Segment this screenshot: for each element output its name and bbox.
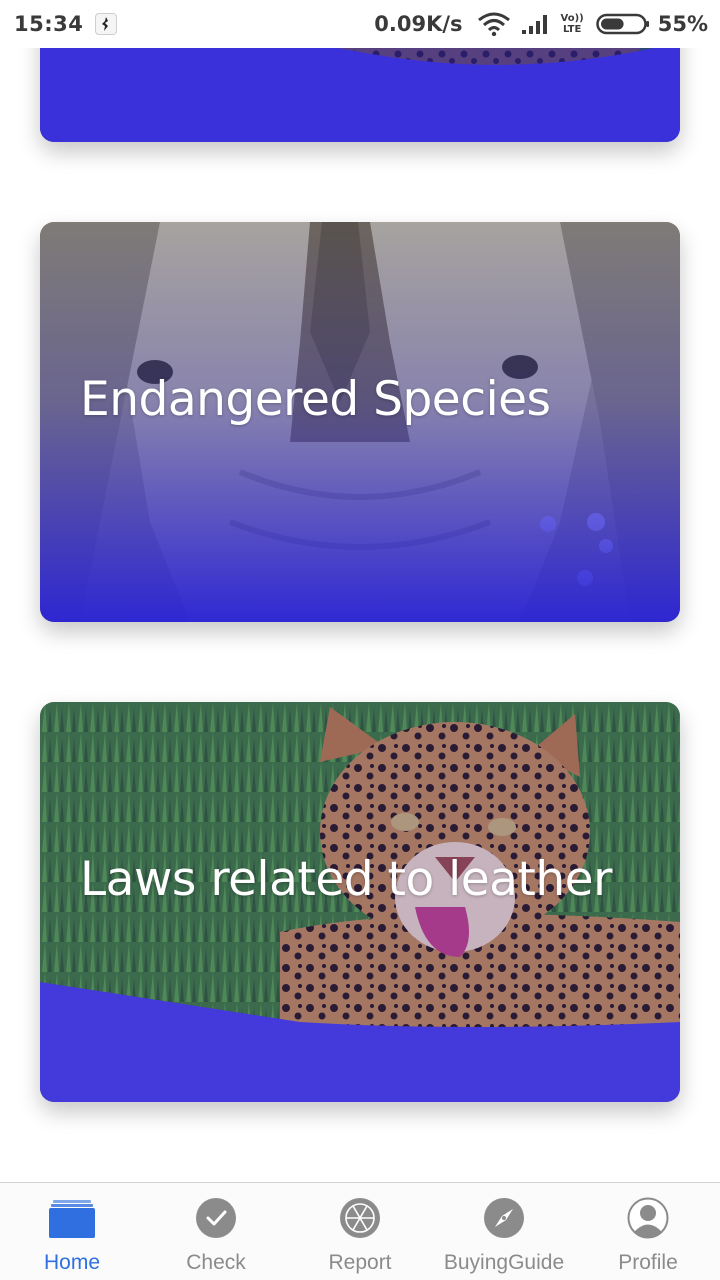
card-list: Endangered Species Laws related to leath… xyxy=(0,0,720,1182)
wifi-icon xyxy=(477,12,510,36)
check-icon xyxy=(193,1195,239,1241)
nav-label-profile: Profile xyxy=(618,1251,678,1274)
nav-label-report: Report xyxy=(328,1251,392,1274)
volte-label: Vo)) xyxy=(560,13,584,24)
card-title: Laws related to leather xyxy=(80,852,612,907)
nav-check[interactable]: Check xyxy=(144,1183,288,1280)
nav-label-home: Home xyxy=(43,1251,101,1274)
battery-percent: 55% xyxy=(657,12,708,36)
battery-icon xyxy=(595,13,649,35)
home-icon xyxy=(49,1195,95,1241)
compass-icon xyxy=(481,1195,527,1241)
status-bar-left: 15:34 xyxy=(14,12,118,36)
report-icon xyxy=(337,1195,383,1241)
status-bar: 15:34 0.09K/s Vo)) LTE 55% xyxy=(0,0,720,48)
profile-icon xyxy=(625,1195,671,1241)
signal-icon xyxy=(521,15,547,34)
status-bar-right: 0.09K/s Vo)) LTE 55% xyxy=(374,12,708,36)
card-endangered-species[interactable]: Endangered Species xyxy=(40,222,680,622)
nav-report[interactable]: Report xyxy=(288,1183,432,1280)
nav-profile[interactable]: Profile xyxy=(576,1183,720,1280)
nav-home[interactable]: Home xyxy=(0,1183,144,1280)
nav-label-check: Check xyxy=(186,1251,246,1274)
nav-label-buying-guide: BuyingGuide xyxy=(443,1251,565,1274)
card-laws-leather[interactable]: Laws related to leather xyxy=(40,702,680,1102)
status-time: 15:34 xyxy=(14,12,84,36)
card-title: Endangered Species xyxy=(80,372,551,427)
bottom-navigation: Home Check Report BuyingGuide Profile xyxy=(0,1182,720,1280)
notification-icon xyxy=(95,13,118,35)
nav-buying-guide[interactable]: BuyingGuide xyxy=(432,1183,576,1280)
network-speed: 0.09K/s xyxy=(374,12,463,36)
lte-label: LTE xyxy=(562,24,582,35)
volte-indicator: Vo)) LTE xyxy=(561,13,584,35)
app-screen: 15:34 0.09K/s Vo)) LTE 55% Endangered Sp… xyxy=(0,0,720,1280)
